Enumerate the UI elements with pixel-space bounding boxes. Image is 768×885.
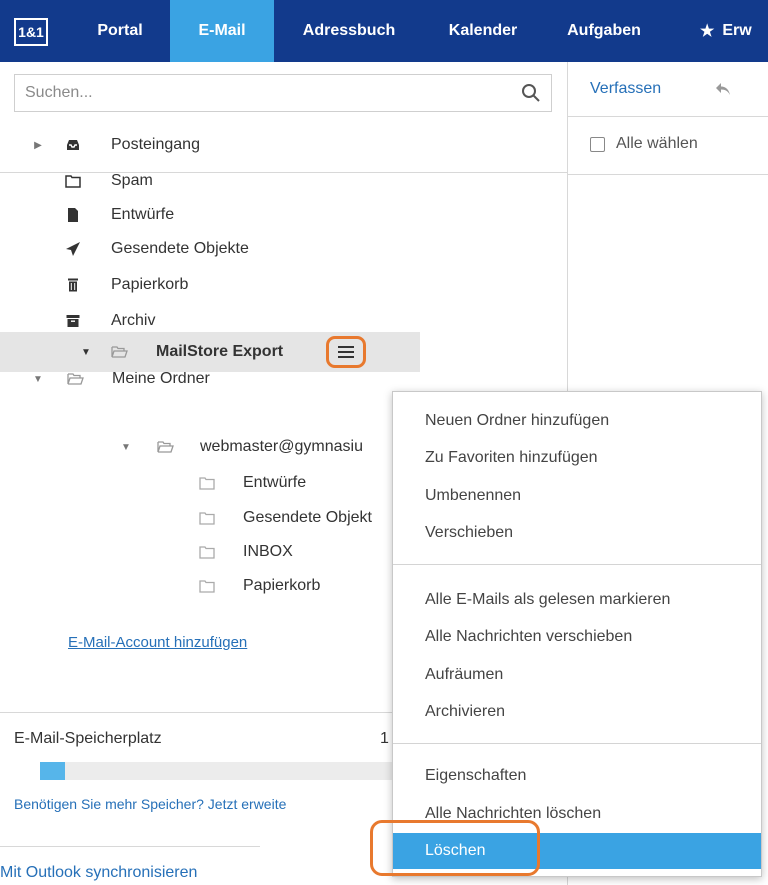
document-icon — [68, 208, 78, 222]
folder-context-menu: Neuen Ordner hinzufügen Zu Favoriten hin… — [392, 391, 762, 877]
folder-spam[interactable]: Spam — [0, 164, 420, 198]
sync-divider — [0, 846, 260, 847]
caret-down-icon[interactable]: ▼ — [80, 346, 92, 358]
storage-label: E-Mail-Speicherplatz — [14, 730, 162, 747]
caret-down-icon[interactable]: ▼ — [32, 373, 44, 385]
list-header-divider — [568, 174, 768, 175]
folder-label: Gesendete Objekte — [111, 240, 249, 257]
folder-label: Papierkorb — [243, 577, 321, 594]
folder-sub-sent[interactable]: Gesendete Objekt — [0, 501, 420, 535]
storage-value: 1 — [380, 730, 389, 747]
caret-right-icon[interactable]: ▶ — [32, 139, 44, 151]
folder-inbox[interactable]: ▶ Posteingang — [0, 128, 420, 162]
folder-outline-icon — [199, 512, 215, 525]
folder-label: webmaster@gymnasiu — [200, 438, 363, 455]
outlook-sync-link[interactable]: Mit Outlook synchronisieren — [0, 864, 197, 882]
folder-label: Gesendete Objekt — [243, 509, 372, 526]
compose-button[interactable]: Verfassen — [590, 80, 661, 98]
select-all-checkbox[interactable] — [590, 136, 605, 152]
send-icon — [66, 242, 80, 256]
tab-addressbook[interactable]: Adressbuch — [276, 0, 422, 62]
inbox-icon — [67, 140, 79, 150]
trash-icon — [68, 278, 78, 292]
menu-move-all-messages[interactable]: Alle Nachrichten verschieben — [393, 619, 761, 655]
folder-label: Spam — [111, 172, 153, 189]
folder-open-icon — [67, 373, 84, 385]
menu-archive[interactable]: Archivieren — [393, 694, 761, 730]
folder-label: Posteingang — [111, 136, 200, 153]
folder-outline-icon — [199, 580, 215, 593]
tab-more[interactable]: ★ Erw — [700, 0, 768, 62]
menu-separator — [393, 564, 761, 565]
folder-sub-drafts[interactable]: Entwürfe — [0, 466, 420, 500]
folder-account[interactable]: ▼ webmaster@gymnasiu — [0, 430, 420, 464]
folder-label: Papierkorb — [111, 276, 189, 293]
folder-menu-button[interactable] — [326, 336, 366, 368]
menu-cleanup[interactable]: Aufräumen — [393, 657, 761, 693]
search-box — [14, 74, 552, 112]
folder-label: MailStore Export — [156, 343, 284, 360]
folder-sub-trash[interactable]: Papierkorb — [0, 569, 420, 603]
folder-label: Entwürfe — [111, 206, 175, 223]
storage-progress-fill — [40, 762, 66, 780]
folder-drafts[interactable]: Entwürfe — [0, 198, 420, 232]
folder-outline-icon — [199, 477, 215, 490]
folder-label: Archiv — [111, 312, 156, 329]
highlight-ring — [370, 820, 540, 876]
menu-add-favorites[interactable]: Zu Favoriten hinzufügen — [393, 440, 761, 476]
menu-properties[interactable]: Eigenschaften — [393, 758, 761, 794]
folder-outline-icon — [65, 175, 81, 188]
star-icon: ★ — [700, 23, 715, 40]
tab-tasks[interactable]: Aufgaben — [544, 0, 664, 62]
menu-mark-all-read[interactable]: Alle E-Mails als gelesen markieren — [393, 582, 761, 618]
reply-icon[interactable] — [714, 80, 732, 98]
tab-more-label: Erw — [722, 22, 752, 39]
search-input[interactable] — [15, 75, 515, 111]
folder-label: Meine Ordner — [112, 370, 210, 387]
search-icon[interactable] — [521, 83, 541, 103]
upgrade-storage-link[interactable]: Benötigen Sie mehr Speicher? Jetzt erwei… — [14, 796, 286, 812]
folder-outline-icon — [199, 546, 215, 559]
menu-rename[interactable]: Umbenennen — [393, 478, 761, 514]
tab-email[interactable]: E-Mail — [170, 0, 274, 62]
folder-label: Entwürfe — [243, 474, 307, 491]
folder-open-icon — [157, 441, 174, 453]
folder-sent[interactable]: Gesendete Objekte — [0, 232, 420, 266]
folder-label: INBOX — [243, 543, 293, 560]
toolbar-divider — [568, 116, 768, 117]
brand-logo[interactable]: 1&1 — [14, 18, 48, 46]
top-navigation: 1&1 Portal E-Mail Adressbuch Kalender Au… — [0, 0, 768, 62]
menu-add-folder[interactable]: Neuen Ordner hinzufügen — [393, 403, 761, 439]
caret-down-icon[interactable]: ▼ — [120, 441, 132, 453]
menu-move[interactable]: Verschieben — [393, 515, 761, 551]
menu-separator — [393, 743, 761, 744]
folder-open-icon — [111, 346, 128, 358]
select-all-label: Alle wählen — [616, 135, 698, 152]
add-email-account-link[interactable]: E-Mail-Account hinzufügen — [68, 634, 247, 651]
tab-portal[interactable]: Portal — [72, 0, 168, 62]
archive-box-icon — [66, 315, 80, 327]
folder-sub-inbox[interactable]: INBOX — [0, 535, 420, 569]
folder-trash[interactable]: Papierkorb — [0, 268, 420, 302]
select-all[interactable]: Alle wählen — [590, 135, 698, 153]
storage-progress-bar — [40, 762, 400, 780]
tab-calendar[interactable]: Kalender — [424, 0, 542, 62]
hamburger-menu-icon — [338, 346, 354, 358]
